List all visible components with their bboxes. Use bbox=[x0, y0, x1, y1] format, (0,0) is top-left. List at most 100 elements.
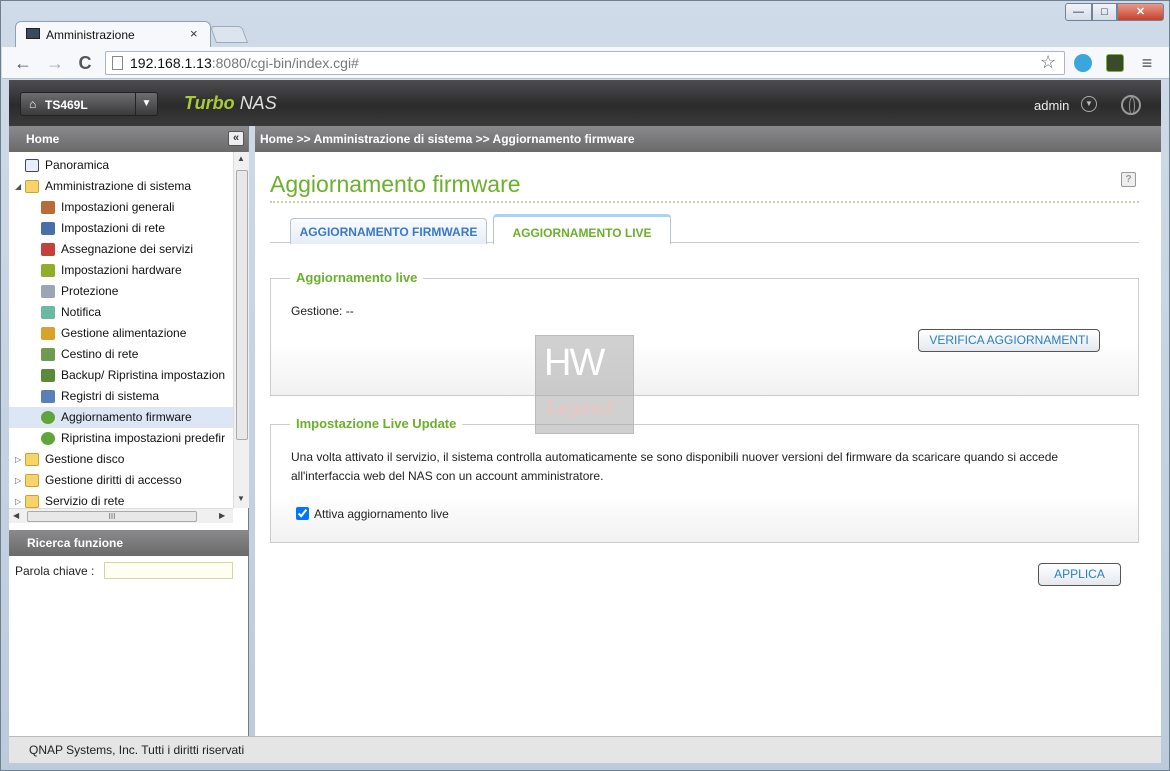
folder-icon bbox=[25, 474, 39, 487]
section-legend: Impostazione Live Update bbox=[290, 416, 463, 431]
collapse-sidebar-icon[interactable]: « bbox=[228, 131, 244, 146]
scroll-left-icon[interactable]: ◀ bbox=[13, 511, 19, 520]
gestione-status: Gestione: -- bbox=[291, 304, 354, 318]
scroll-down-icon[interactable]: ▼ bbox=[237, 494, 245, 503]
tab-aggiornamento-live[interactable]: AGGIORNAMENTO LIVE bbox=[493, 214, 671, 244]
hardware-icon bbox=[41, 264, 55, 277]
tree-item-label: Backup/ Ripristina impostazion bbox=[61, 368, 226, 382]
tree-item-label: Ripristina impostazioni predefir bbox=[61, 431, 226, 445]
tab-aggiornamento-firmware[interactable]: AGGIORNAMENTO FIRMWARE bbox=[290, 218, 487, 244]
tab-close-icon[interactable]: × bbox=[190, 26, 198, 41]
checkbox-label[interactable]: Attiva aggiornamento live bbox=[314, 507, 449, 521]
keyword-search-input[interactable] bbox=[104, 562, 233, 579]
tree-item-impostazioni-rete[interactable]: Impostazioni di rete bbox=[9, 218, 233, 239]
tree-item-label: Panoramica bbox=[45, 158, 110, 172]
power-icon bbox=[41, 327, 55, 340]
home-icon: ⌂ bbox=[29, 97, 37, 111]
watermark-logo: HW Legend bbox=[535, 335, 634, 434]
apply-button[interactable]: APPLICA bbox=[1038, 563, 1121, 586]
enable-live-update-checkbox[interactable] bbox=[296, 507, 309, 520]
expand-toggle-icon[interactable]: ▷ bbox=[15, 470, 21, 491]
tab-favicon-icon bbox=[26, 28, 40, 39]
scroll-thumb[interactable] bbox=[236, 170, 248, 440]
brand-logo: Turbo NAS bbox=[184, 93, 277, 114]
footer: QNAP Systems, Inc. Tutti i diritti riser… bbox=[9, 736, 1161, 763]
tree-item-servizio-rete[interactable]: ▷ Servizio di rete bbox=[9, 491, 233, 508]
expand-toggle-icon[interactable]: ▷ bbox=[15, 449, 21, 470]
tree-item-label: Assegnazione dei servizi bbox=[61, 242, 194, 256]
tree-item-gestione-disco[interactable]: ▷ Gestione disco bbox=[9, 449, 233, 470]
tree-item-ripristina[interactable]: Ripristina impostazioni predefir bbox=[9, 428, 233, 449]
back-arrow-icon[interactable]: ← bbox=[12, 52, 34, 74]
extension-icon[interactable] bbox=[1106, 54, 1124, 72]
tree-item-impostazioni-hardware[interactable]: Impostazioni hardware bbox=[9, 260, 233, 281]
forward-arrow-icon[interactable]: → bbox=[44, 52, 66, 74]
network-icon bbox=[41, 222, 55, 235]
firmware-icon bbox=[41, 411, 55, 424]
user-name[interactable]: admin bbox=[1034, 98, 1069, 113]
reload-icon[interactable]: C bbox=[74, 52, 96, 74]
folder-open-icon bbox=[25, 180, 39, 193]
section-legend: Aggiornamento live bbox=[290, 270, 424, 285]
check-updates-button[interactable]: VERIFICA AGGIORNAMENTI bbox=[918, 329, 1100, 352]
tree-item-label: Notifica bbox=[61, 305, 102, 319]
tree-item-label: Gestione diritti di accesso bbox=[45, 473, 182, 487]
tree-item-aggiornamento-firmware[interactable]: Aggiornamento firmware bbox=[9, 407, 233, 428]
folder-icon bbox=[25, 495, 39, 508]
page-title: Aggiornamento firmware bbox=[270, 171, 521, 197]
url-path: :8080/cgi-bin/index.cgi# bbox=[211, 55, 359, 71]
tree-item-panoramica[interactable]: Panoramica bbox=[9, 155, 233, 176]
restore-icon bbox=[41, 432, 55, 445]
browser-menu-icon[interactable]: ≡ bbox=[1136, 52, 1158, 74]
scroll-up-icon[interactable]: ▲ bbox=[237, 154, 245, 163]
skype-extension-icon[interactable] bbox=[1074, 54, 1092, 72]
search-section-title: Ricerca funzione bbox=[9, 530, 249, 556]
expand-toggle-icon[interactable]: ▷ bbox=[15, 491, 21, 508]
tree-item-label: Protezione bbox=[61, 284, 119, 298]
tree-item-protezione[interactable]: Protezione bbox=[9, 281, 233, 302]
address-bar[interactable]: 192.168.1.13:8080/cgi-bin/index.cgi# ☆ bbox=[105, 51, 1065, 75]
tree-item-impostazioni-generali[interactable]: Impostazioni generali bbox=[9, 197, 233, 218]
watermark-bottom: Legend bbox=[546, 398, 614, 419]
help-icon[interactable]: ? bbox=[1121, 172, 1136, 187]
tree-item-amministrazione[interactable]: ◢ Amministrazione di sistema bbox=[9, 176, 233, 197]
dropdown-arrow-icon[interactable]: ▼ bbox=[135, 93, 157, 115]
tree-item-assegnazione-servizi[interactable]: Assegnazione dei servizi bbox=[9, 239, 233, 260]
new-tab-button[interactable] bbox=[209, 26, 249, 43]
title-divider bbox=[270, 201, 1139, 203]
tree-item-notifica[interactable]: Notifica bbox=[9, 302, 233, 323]
tree-item-cestino-rete[interactable]: Cestino di rete bbox=[9, 344, 233, 365]
tree-horizontal-scrollbar[interactable]: ◀ III ▶ bbox=[9, 508, 233, 523]
minimize-button[interactable]: — bbox=[1065, 3, 1092, 21]
main-content: Home >> Amministrazione di sistema >> Ag… bbox=[255, 126, 1161, 736]
recycle-bin-icon bbox=[41, 348, 55, 361]
url-host: 192.168.1.13 bbox=[130, 55, 212, 71]
tree-item-backup[interactable]: Backup/ Ripristina impostazion bbox=[9, 365, 233, 386]
browser-tab[interactable]: Amministrazione × bbox=[15, 21, 211, 47]
sidebar-title: Home bbox=[9, 126, 248, 152]
maximize-button[interactable]: □ bbox=[1092, 3, 1117, 21]
logs-icon bbox=[41, 390, 55, 403]
close-window-button[interactable]: ✕ bbox=[1117, 3, 1164, 21]
tree-item-gestione-alimentazione[interactable]: Gestione alimentazione bbox=[9, 323, 233, 344]
scroll-thumb[interactable]: III bbox=[27, 511, 197, 522]
bookmark-star-icon[interactable]: ☆ bbox=[1040, 52, 1056, 73]
security-icon bbox=[41, 285, 55, 298]
tab-title: Amministrazione bbox=[46, 28, 135, 42]
tree-item-label: Cestino di rete bbox=[61, 347, 139, 361]
expand-toggle-icon[interactable]: ◢ bbox=[15, 176, 21, 197]
scroll-right-icon[interactable]: ▶ bbox=[219, 511, 225, 520]
general-settings-icon bbox=[41, 201, 55, 214]
watermark-top: HW bbox=[544, 342, 605, 384]
tree-item-registri[interactable]: Registri di sistema bbox=[9, 386, 233, 407]
notification-icon bbox=[41, 306, 55, 319]
tree-vertical-scrollbar[interactable]: ▲ ▼ bbox=[233, 152, 249, 508]
tree-item-label: Registri di sistema bbox=[61, 389, 160, 403]
user-menu-chevron-icon[interactable]: ▼ bbox=[1081, 96, 1097, 112]
folder-icon bbox=[25, 453, 39, 466]
sidebar: Home « Panoramica ◢ Amministrazione di si… bbox=[9, 126, 249, 736]
device-selector[interactable]: ⌂ TS469L ▼ bbox=[20, 92, 158, 116]
tree-item-label: Gestione alimentazione bbox=[61, 326, 187, 340]
tree-item-diritti-accesso[interactable]: ▷ Gestione diritti di accesso bbox=[9, 470, 233, 491]
language-globe-icon[interactable] bbox=[1121, 95, 1141, 115]
